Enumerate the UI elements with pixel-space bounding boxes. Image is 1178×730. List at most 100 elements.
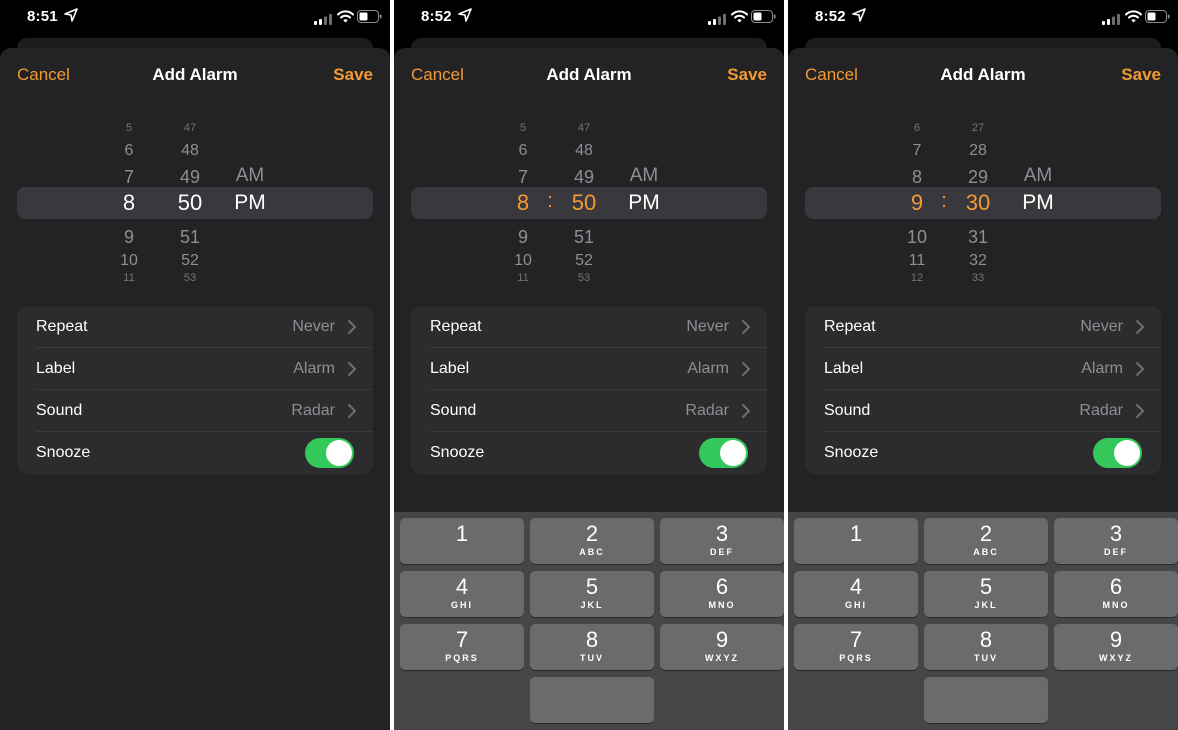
time-picker[interactable]: 6 7 8 10 11 12 9 27 28 29 31 32 33 30 AM PM: xyxy=(788,118,1178,288)
hour-option[interactable]: 6 xyxy=(493,142,553,160)
selected-hour[interactable]: 8 xyxy=(99,190,159,216)
minute-option[interactable]: 48 xyxy=(160,142,220,160)
setting-row-repeat[interactable]: Repeat Never xyxy=(17,306,373,348)
minute-option[interactable]: 32 xyxy=(948,252,1008,270)
hour-option[interactable]: 7 xyxy=(887,142,947,160)
sound-value: Radar xyxy=(1079,402,1123,419)
snooze-toggle[interactable] xyxy=(1093,438,1142,468)
save-button[interactable]: Save xyxy=(727,65,767,85)
setting-row-snooze[interactable]: Snooze xyxy=(411,432,767,474)
minute-option[interactable]: 52 xyxy=(554,252,614,270)
key-2[interactable]: 2 ABC xyxy=(924,518,1048,564)
pm-option[interactable]: PM xyxy=(220,191,280,215)
key-7[interactable]: 7 PQRS xyxy=(794,624,918,670)
minute-option[interactable]: 28 xyxy=(948,142,1008,160)
time-picker[interactable]: 5 6 7 9 10 11 8 47 48 49 51 52 53 50 AM PM: xyxy=(394,118,784,288)
minute-option[interactable]: 29 xyxy=(948,167,1008,188)
key-1[interactable]: 1 xyxy=(400,518,524,564)
hour-option[interactable]: 11 xyxy=(493,272,553,284)
key-2[interactable]: 2 ABC xyxy=(530,518,654,564)
minute-option[interactable]: 49 xyxy=(160,167,220,188)
minute-wheel[interactable]: 47 48 49 51 52 53 50 xyxy=(554,118,614,288)
ampm-wheel[interactable]: AM PM xyxy=(1008,118,1068,288)
hour-option[interactable]: 8 xyxy=(887,167,947,188)
minute-option[interactable]: 33 xyxy=(948,272,1008,284)
snooze-toggle[interactable] xyxy=(305,438,354,468)
selected-minute[interactable]: 50 xyxy=(160,190,220,216)
minute-option[interactable]: 51 xyxy=(554,227,614,248)
setting-row-label[interactable]: Label Alarm xyxy=(17,348,373,390)
cancel-button[interactable]: Cancel xyxy=(17,65,70,85)
minute-wheel[interactable]: 47 48 49 51 52 53 50 xyxy=(160,118,220,288)
key-8[interactable]: 8 TUV xyxy=(924,624,1048,670)
hour-wheel[interactable]: 5 6 7 9 10 11 8 xyxy=(99,118,159,288)
key-7[interactable]: 7 PQRS xyxy=(400,624,524,670)
hour-option[interactable]: 11 xyxy=(887,252,947,270)
ampm-wheel[interactable]: AM PM xyxy=(220,118,280,288)
minute-option[interactable]: 53 xyxy=(160,272,220,284)
selected-minute[interactable]: 30 xyxy=(948,190,1008,216)
snooze-toggle[interactable] xyxy=(699,438,748,468)
selected-minute[interactable]: 50 xyxy=(554,190,614,216)
setting-row-snooze[interactable]: Snooze xyxy=(17,432,373,474)
key-9[interactable]: 9 WXYZ xyxy=(660,624,784,670)
key-5[interactable]: 5 JKL xyxy=(924,571,1048,617)
key-zero-partial[interactable] xyxy=(530,677,654,723)
key-6[interactable]: 6 MNO xyxy=(1054,571,1178,617)
setting-row-label[interactable]: Label Alarm xyxy=(805,348,1161,390)
key-1[interactable]: 1 xyxy=(794,518,918,564)
hour-option[interactable]: 11 xyxy=(99,272,159,284)
hour-option[interactable]: 5 xyxy=(493,122,553,134)
minute-option[interactable]: 27 xyxy=(948,122,1008,134)
hour-option[interactable]: 6 xyxy=(99,142,159,160)
minute-option[interactable]: 51 xyxy=(160,227,220,248)
am-option[interactable]: AM xyxy=(220,165,280,187)
setting-row-sound[interactable]: Sound Radar xyxy=(805,390,1161,432)
setting-row-repeat[interactable]: Repeat Never xyxy=(805,306,1161,348)
cancel-button[interactable]: Cancel xyxy=(805,65,858,85)
key-3[interactable]: 3 DEF xyxy=(1054,518,1178,564)
am-option[interactable]: AM xyxy=(1008,165,1068,187)
minute-option[interactable]: 47 xyxy=(554,122,614,134)
minute-wheel[interactable]: 27 28 29 31 32 33 30 xyxy=(948,118,1008,288)
minute-option[interactable]: 47 xyxy=(160,122,220,134)
key-4[interactable]: 4 GHI xyxy=(794,571,918,617)
key-zero-partial[interactable] xyxy=(924,677,1048,723)
setting-row-snooze[interactable]: Snooze xyxy=(805,432,1161,474)
key-5[interactable]: 5 JKL xyxy=(530,571,654,617)
minute-option[interactable]: 48 xyxy=(554,142,614,160)
save-button[interactable]: Save xyxy=(1121,65,1161,85)
key-3[interactable]: 3 DEF xyxy=(660,518,784,564)
setting-row-repeat[interactable]: Repeat Never xyxy=(411,306,767,348)
am-option[interactable]: AM xyxy=(614,165,674,187)
hour-option[interactable]: 7 xyxy=(493,167,553,188)
setting-row-sound[interactable]: Sound Radar xyxy=(411,390,767,432)
key-9[interactable]: 9 WXYZ xyxy=(1054,624,1178,670)
hour-option[interactable]: 12 xyxy=(887,272,947,284)
pm-option[interactable]: PM xyxy=(1008,191,1068,215)
cancel-button[interactable]: Cancel xyxy=(411,65,464,85)
save-button[interactable]: Save xyxy=(333,65,373,85)
minute-option[interactable]: 53 xyxy=(554,272,614,284)
setting-row-label[interactable]: Label Alarm xyxy=(411,348,767,390)
hour-option[interactable]: 10 xyxy=(493,252,553,270)
hour-option[interactable]: 10 xyxy=(99,252,159,270)
hour-option[interactable]: 6 xyxy=(887,122,947,134)
key-letters: PQRS xyxy=(839,653,873,663)
key-6[interactable]: 6 MNO xyxy=(660,571,784,617)
hour-option[interactable]: 5 xyxy=(99,122,159,134)
key-8[interactable]: 8 TUV xyxy=(530,624,654,670)
ampm-wheel[interactable]: AM PM xyxy=(614,118,674,288)
time-picker[interactable]: 5 6 7 9 10 11 8 47 48 49 51 52 53 50 AM PM xyxy=(0,118,390,288)
key-4[interactable]: 4 GHI xyxy=(400,571,524,617)
hour-option[interactable]: 7 xyxy=(99,167,159,188)
minute-option[interactable]: 31 xyxy=(948,227,1008,248)
setting-row-sound[interactable]: Sound Radar xyxy=(17,390,373,432)
pm-option[interactable]: PM xyxy=(614,191,674,215)
hour-option[interactable]: 10 xyxy=(887,227,947,248)
minute-option[interactable]: 49 xyxy=(554,167,614,188)
minute-option[interactable]: 52 xyxy=(160,252,220,270)
hour-option[interactable]: 9 xyxy=(99,227,159,248)
hour-option[interactable]: 9 xyxy=(493,227,553,248)
phone-screen-2: 8:52 Add Alarm Cancel Save 5 6 7 9 10 11 8 47 48 49 51… xyxy=(394,0,784,730)
